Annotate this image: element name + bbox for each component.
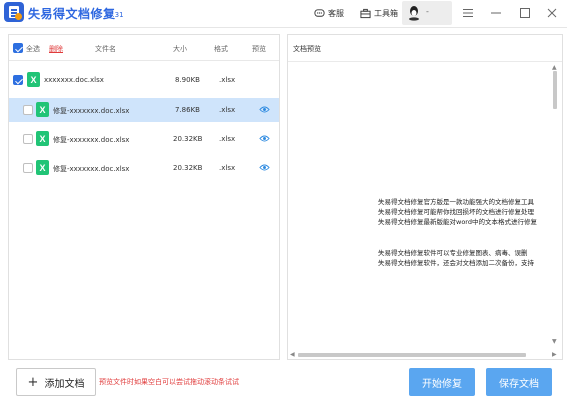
excel-file-icon: X (33, 160, 49, 175)
delete-link[interactable]: 删除 (49, 44, 63, 54)
select-all-checkbox[interactable] (13, 43, 23, 53)
excel-file-icon: X (33, 131, 49, 146)
file-format: .xlsx (219, 135, 236, 143)
preview-text-line: 失易得文档修复官方版是一款功能强大的文档修复工具 (378, 198, 534, 206)
title-bar: 失易得文档修复 1.31 客服 工具箱 - (0, 0, 567, 28)
scroll-right-arrow-icon[interactable]: ▶ (552, 351, 557, 358)
preview-hint-text: 预览文件时如果空白可以尝试拖动滚动条试试 (99, 378, 239, 386)
file-name: 修复-xxxxxxx.doc.xlsx (53, 136, 130, 144)
preview-eye-icon[interactable] (259, 163, 270, 172)
plus-icon: + (27, 374, 39, 390)
file-size: 7.86KB (175, 106, 200, 114)
column-header-name: 文件名 (95, 45, 116, 53)
customer-service-button[interactable]: 客服 (314, 5, 344, 21)
excel-file-icon: X (33, 102, 49, 117)
file-row[interactable]: X 修复-xxxxxxx.doc.xlsx 20.32KB .xlsx (9, 156, 279, 180)
user-avatar-icon (409, 6, 419, 21)
save-document-button[interactable]: 保存文档 (486, 368, 552, 396)
toolbox-button[interactable]: 工具箱 (360, 5, 398, 21)
menu-icon[interactable] (462, 7, 474, 19)
file-format: .xlsx (219, 106, 236, 114)
file-size: 20.32KB (173, 164, 203, 172)
app-title: 失易得文档修复 (28, 7, 116, 21)
preview-eye-icon[interactable] (259, 134, 270, 143)
scroll-up-arrow-icon[interactable]: ▲ (552, 64, 557, 71)
file-row[interactable]: X xxxxxxx.doc.xlsx 8.90KB .xlsx (9, 68, 279, 92)
file-row-checkbox[interactable] (23, 105, 33, 115)
file-list-panel: 全选 删除 文件名 大小 格式 预览 X xxxxxxx.doc.xlsx 8.… (8, 34, 280, 360)
preview-text-line: 失易得文档修复软件可以专业修复图表、病毒、误删 (378, 249, 528, 257)
scroll-left-arrow-icon[interactable]: ◀ (290, 351, 295, 358)
preview-text-line: 失易得文档修复软件，还会对文档添加二次备份，支持 (378, 259, 534, 267)
horizontal-scrollbar-thumb[interactable] (298, 353, 526, 357)
file-row-checkbox[interactable] (23, 163, 33, 173)
chat-icon (314, 8, 325, 17)
preview-text-line: 失易得文档修复最新版能对word中的文本格式进行修复 (378, 218, 537, 226)
document-preview-panel: 文档预览 失易得文档修复官方版是一款功能强大的文档修复工具 失易得文档修复可能帮… (287, 34, 563, 360)
preview-eye-icon[interactable] (259, 105, 270, 114)
minimize-icon[interactable] (490, 7, 502, 19)
file-list-header: 全选 删除 文件名 大小 格式 预览 (9, 35, 279, 61)
file-name: 修复-xxxxxxx.doc.xlsx (53, 107, 130, 115)
add-document-button[interactable]: + 添加文档 (16, 368, 96, 396)
file-name: xxxxxxx.doc.xlsx (44, 76, 104, 84)
app-logo-icon (4, 2, 24, 22)
preview-title: 文档预览 (293, 45, 321, 53)
file-row-checkbox[interactable] (13, 75, 23, 85)
file-row[interactable]: X 修复-xxxxxxx.doc.xlsx 20.32KB .xlsx (9, 127, 279, 151)
customer-service-label: 客服 (328, 8, 344, 18)
app-version: 1.31 (108, 11, 124, 19)
maximize-icon[interactable] (519, 7, 531, 19)
user-name: - (426, 7, 429, 16)
file-row[interactable]: X 修复-xxxxxxx.doc.xlsx 7.86KB .xlsx (9, 98, 279, 122)
column-header-preview: 预览 (252, 45, 266, 53)
column-header-format: 格式 (214, 45, 228, 53)
preview-divider (288, 61, 562, 62)
file-row-checkbox[interactable] (23, 134, 33, 144)
file-size: 20.32KB (173, 135, 203, 143)
file-size: 8.90KB (175, 76, 200, 84)
close-icon[interactable] (546, 7, 558, 19)
select-all-label[interactable]: 全选 (26, 44, 40, 54)
file-name: 修复-xxxxxxx.doc.xlsx (53, 165, 130, 173)
preview-text-line: 失易得文档修复可能帮你找回损坏的文档进行修复处理 (378, 208, 534, 216)
vertical-scrollbar-thumb[interactable] (553, 71, 557, 109)
toolbox-icon (360, 8, 371, 18)
column-header-size: 大小 (173, 45, 187, 53)
toolbox-label: 工具箱 (374, 8, 398, 18)
excel-file-icon: X (24, 72, 40, 87)
scroll-down-arrow-icon[interactable]: ▼ (552, 338, 557, 345)
user-account[interactable]: - (402, 1, 452, 25)
add-document-label: 添加文档 (44, 378, 85, 390)
start-repair-button[interactable]: 开始修复 (409, 368, 475, 396)
file-format: .xlsx (219, 76, 236, 84)
file-format: .xlsx (219, 164, 236, 172)
